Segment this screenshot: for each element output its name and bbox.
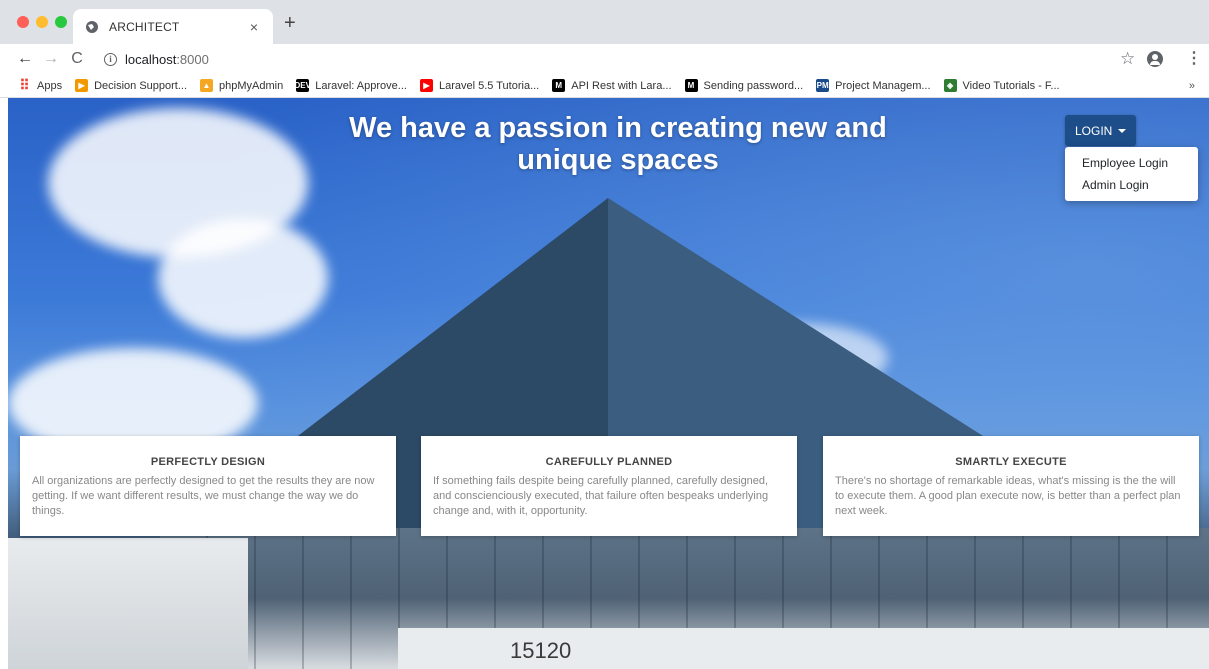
- caret-down-icon: [1118, 128, 1127, 133]
- bookmark-item[interactable]: PM Project Managem...: [816, 79, 931, 92]
- login-dropdown-menu: Employee Login Admin Login: [1065, 147, 1198, 201]
- employee-login-item[interactable]: Employee Login: [1065, 152, 1198, 174]
- bookmark-label: Project Managem...: [835, 79, 931, 92]
- admin-login-item[interactable]: Admin Login: [1065, 174, 1198, 196]
- feature-card: SMARTLY EXECUTE There's no shortage of r…: [823, 436, 1199, 536]
- tab-title: ARCHITECT: [109, 19, 180, 34]
- bookmark-star-icon[interactable]: ☆: [1120, 50, 1135, 68]
- dev-icon: DEV: [294, 79, 311, 92]
- browser-tab-bar: ARCHITECT × +: [0, 0, 1209, 44]
- card-title: CAREFULLY PLANNED: [545, 456, 673, 468]
- bookmark-item[interactable]: ◈ Video Tutorials - F...: [943, 79, 1060, 92]
- pm-icon: PM: [816, 79, 830, 92]
- bookmarks-overflow-icon[interactable]: »: [1189, 80, 1195, 92]
- decision-support-icon: ▶: [75, 79, 89, 92]
- building-number: 15120: [510, 638, 572, 663]
- url-port: :8000: [176, 51, 209, 67]
- globe-icon: [85, 20, 99, 34]
- back-button[interactable]: ←: [14, 48, 36, 70]
- close-window-button[interactable]: [17, 16, 29, 28]
- medium-icon: M: [552, 79, 566, 92]
- card-text: There's no shortage of remarkable ideas,…: [835, 475, 1181, 517]
- info-icon[interactable]: i: [104, 52, 117, 66]
- login-dropdown-button[interactable]: LOGIN: [1065, 115, 1137, 146]
- feature-card: CAREFULLY PLANNED If something fails des…: [421, 436, 797, 536]
- reload-button[interactable]: C: [66, 48, 88, 70]
- card-text: All organizations are perfectly designed…: [32, 475, 375, 517]
- url-host: localhost: [125, 51, 177, 67]
- browser-tab[interactable]: ARCHITECT ×: [73, 9, 273, 44]
- browser-toolbar: ← → C i localhost:8000 ☆ ⋮: [0, 44, 1209, 74]
- bookmarks-bar: ⠿ Apps ▶ Decision Support... ▲ phpMyAdmin DEV L…: [0, 74, 1209, 98]
- bookmark-label: Laravel 5.5 Tutoria...: [438, 79, 540, 92]
- hero-section: 15120 We have a passion in creating new …: [8, 98, 1209, 669]
- bookmark-item[interactable]: M Sending password...: [684, 79, 804, 92]
- browser-menu-icon[interactable]: ⋮: [1186, 50, 1202, 68]
- bookmark-item[interactable]: M API Rest with Lara...: [552, 79, 672, 92]
- card-title: SMARTLY EXECUTE: [955, 456, 1067, 468]
- minimize-window-button[interactable]: [36, 16, 48, 28]
- account-icon[interactable]: [1147, 51, 1163, 67]
- login-label: LOGIN: [1075, 123, 1113, 138]
- close-tab-icon[interactable]: ×: [243, 19, 265, 35]
- bookmark-item[interactable]: ▶ Decision Support...: [75, 79, 187, 92]
- diamond-icon: ◈: [943, 79, 957, 92]
- feature-card: PERFECTLY DESIGN All organizations are p…: [20, 436, 396, 536]
- phpmyadmin-icon: ▲: [200, 79, 214, 92]
- bookmark-label: Apps: [37, 79, 63, 92]
- card-text: If something fails despite being careful…: [433, 475, 769, 517]
- bookmark-label: phpMyAdmin: [219, 79, 284, 92]
- youtube-icon: ▶: [419, 79, 433, 92]
- new-tab-button[interactable]: +: [284, 13, 296, 33]
- address-bar[interactable]: i localhost:8000: [98, 47, 1158, 71]
- bookmark-label: Video Tutorials - F...: [962, 79, 1060, 92]
- bookmark-label: Laravel: Approve...: [315, 79, 407, 92]
- bookmark-label: Sending password...: [703, 79, 804, 92]
- bookmark-item[interactable]: ⠿ Apps: [18, 77, 63, 93]
- bookmark-item[interactable]: DEV Laravel: Approve...: [294, 79, 407, 92]
- bookmark-label: API Rest with Lara...: [571, 79, 672, 92]
- maximize-window-button[interactable]: [55, 16, 67, 28]
- bookmark-item[interactable]: ▲ phpMyAdmin: [200, 79, 283, 92]
- medium-icon: M: [684, 79, 698, 92]
- card-title: PERFECTLY DESIGN: [150, 456, 266, 468]
- forward-button[interactable]: →: [40, 48, 62, 70]
- building-wing-image: [8, 538, 248, 669]
- apps-grid-icon: ⠿: [19, 77, 30, 93]
- bookmark-label: Decision Support...: [94, 79, 188, 92]
- hero-title: We have a passion in creating new and un…: [349, 112, 887, 176]
- bookmark-item[interactable]: ▶ Laravel 5.5 Tutoria...: [419, 79, 540, 92]
